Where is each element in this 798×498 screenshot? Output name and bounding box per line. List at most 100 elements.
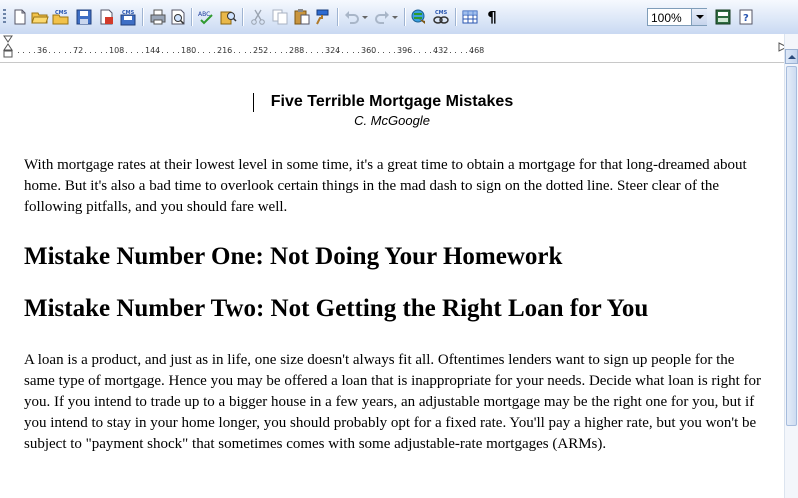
open-cms-button[interactable]: CMS: [51, 7, 71, 27]
print-preview-button[interactable]: [168, 7, 188, 27]
undo-dropdown[interactable]: [360, 7, 370, 27]
save-cms-icon: CMS: [120, 10, 136, 26]
ruler-tick-dot: [167, 52, 168, 53]
print-icon: [150, 9, 166, 25]
ruler-tick-dot: [239, 52, 240, 53]
format-painter-button[interactable]: [313, 7, 333, 27]
toolbar-grip[interactable]: [3, 9, 6, 25]
hyperlink-button[interactable]: [409, 7, 429, 27]
ruler-tick-dot: [291, 52, 292, 53]
show-formatting-icon: ¶: [487, 8, 497, 26]
ruler-tick-label: 360: [361, 46, 377, 55]
ruler-tick-dot: [209, 52, 210, 53]
ruler-tick-dot: [85, 52, 86, 53]
redo-button[interactable]: [372, 7, 392, 27]
ruler-tick-label: 108: [109, 46, 125, 55]
ruler-tick-dot: [425, 52, 426, 53]
permission-button[interactable]: [96, 7, 116, 27]
ruler-tick-dot: [455, 52, 456, 53]
research-button[interactable]: [218, 7, 238, 27]
scroll-up-button[interactable]: [785, 49, 798, 64]
ruler-tick-dot: [311, 52, 312, 53]
read-button[interactable]: [713, 7, 733, 27]
ruler-tick-dot: [281, 52, 282, 53]
table-button[interactable]: [460, 7, 480, 27]
ruler-tick-dot: [219, 52, 220, 53]
ruler-tick-dot: [286, 52, 287, 53]
ruler-tick-dot: [137, 52, 138, 53]
ruler-tick-dot: [198, 52, 199, 53]
ruler-tick-label: 288: [289, 46, 305, 55]
ruler-tick-label: 144: [145, 46, 161, 55]
ruler-tick-label: 432: [433, 46, 449, 55]
ruler-tick-dot: [471, 52, 472, 53]
cms-tag: CMS: [435, 10, 448, 16]
ruler-tick-dot: [327, 52, 328, 53]
cms-link-icon: CMS: [433, 10, 449, 24]
ruler-tick-dot: [461, 52, 462, 53]
open-button[interactable]: [30, 7, 50, 27]
ruler-tick-dot: [347, 52, 348, 53]
ruler-tick-dot: [95, 52, 96, 53]
spelling-button[interactable]: ABC: [196, 7, 216, 27]
redo-dropdown[interactable]: [390, 7, 400, 27]
ruler-tick-label: 36: [37, 46, 48, 55]
ruler-tick-dot: [234, 52, 235, 53]
ruler-tick-dot: [301, 52, 302, 53]
spelling-icon: ABC: [198, 11, 213, 25]
save-icon: [76, 9, 92, 25]
ruler-tick-dot: [75, 52, 76, 53]
ruler-tick-label: 396: [397, 46, 413, 55]
ruler-tick-dot: [255, 52, 256, 53]
ruler-tick-dot: [142, 52, 143, 53]
cms-link-button[interactable]: CMS: [431, 7, 451, 27]
hyperlink-icon: [411, 9, 425, 24]
undo-button[interactable]: [342, 7, 362, 27]
ruler-tick-dot: [373, 52, 374, 53]
scroll-thumb[interactable]: [786, 66, 797, 426]
horizontal-ruler[interactable]: 36 72 108 144 180 216 252 288 324 360 396 432 468: [0, 34, 788, 63]
ruler-tick-dot: [106, 52, 107, 53]
save-button[interactable]: [74, 7, 94, 27]
ruler-tick-dot: [39, 52, 40, 53]
indent-marker-icon[interactable]: [3, 35, 13, 61]
ruler-tick-dot: [250, 52, 251, 53]
research-icon: [220, 11, 237, 25]
open-cms-icon: CMS: [52, 10, 69, 25]
ruler-tick-dot: [363, 52, 364, 53]
ruler-tick-dot: [183, 52, 184, 53]
save-cms-button[interactable]: CMS: [118, 7, 138, 27]
ruler-tick-dot: [306, 52, 307, 53]
ruler-tick-dot: [245, 52, 246, 53]
ruler-tick-label: 180: [181, 46, 197, 55]
help-button[interactable]: ?: [736, 7, 756, 27]
zoom-dropdown-button[interactable]: [691, 9, 707, 25]
show-formatting-button[interactable]: ¶: [482, 7, 502, 27]
table-icon: [462, 10, 478, 24]
new-document-icon: [14, 9, 26, 25]
ruler-tick-dot: [358, 52, 359, 53]
document-title: Five Terrible Mortgage Mistakes: [270, 93, 514, 110]
ruler-tick-dot: [419, 52, 420, 53]
chevron-up-icon: [787, 54, 796, 59]
ruler-tick-dot: [101, 52, 102, 53]
document-page[interactable]: Five Terrible Mortgage Mistakes C. McGoo…: [0, 63, 784, 498]
ruler-tick-dot: [353, 52, 354, 53]
open-folder-icon: [31, 12, 49, 24]
ruler-tick-dot: [49, 52, 50, 53]
ruler-tick-dot: [214, 52, 215, 53]
print-button[interactable]: [148, 7, 168, 27]
ruler-tick-dot: [394, 52, 395, 53]
ruler-tick-dot: [65, 52, 66, 53]
ruler-tick-dot: [193, 52, 194, 53]
ruler-tick-dot: [430, 52, 431, 53]
paste-button[interactable]: [292, 7, 312, 27]
format-painter-icon: [316, 9, 329, 25]
toolbar-separator: [142, 8, 144, 26]
new-document-button[interactable]: [10, 7, 30, 27]
copy-button[interactable]: [270, 7, 290, 27]
ruler-tick-dot: [445, 52, 446, 53]
toolbar-separator: [337, 8, 339, 26]
zoom-value: 100%: [651, 11, 682, 25]
cut-button[interactable]: [248, 7, 268, 27]
